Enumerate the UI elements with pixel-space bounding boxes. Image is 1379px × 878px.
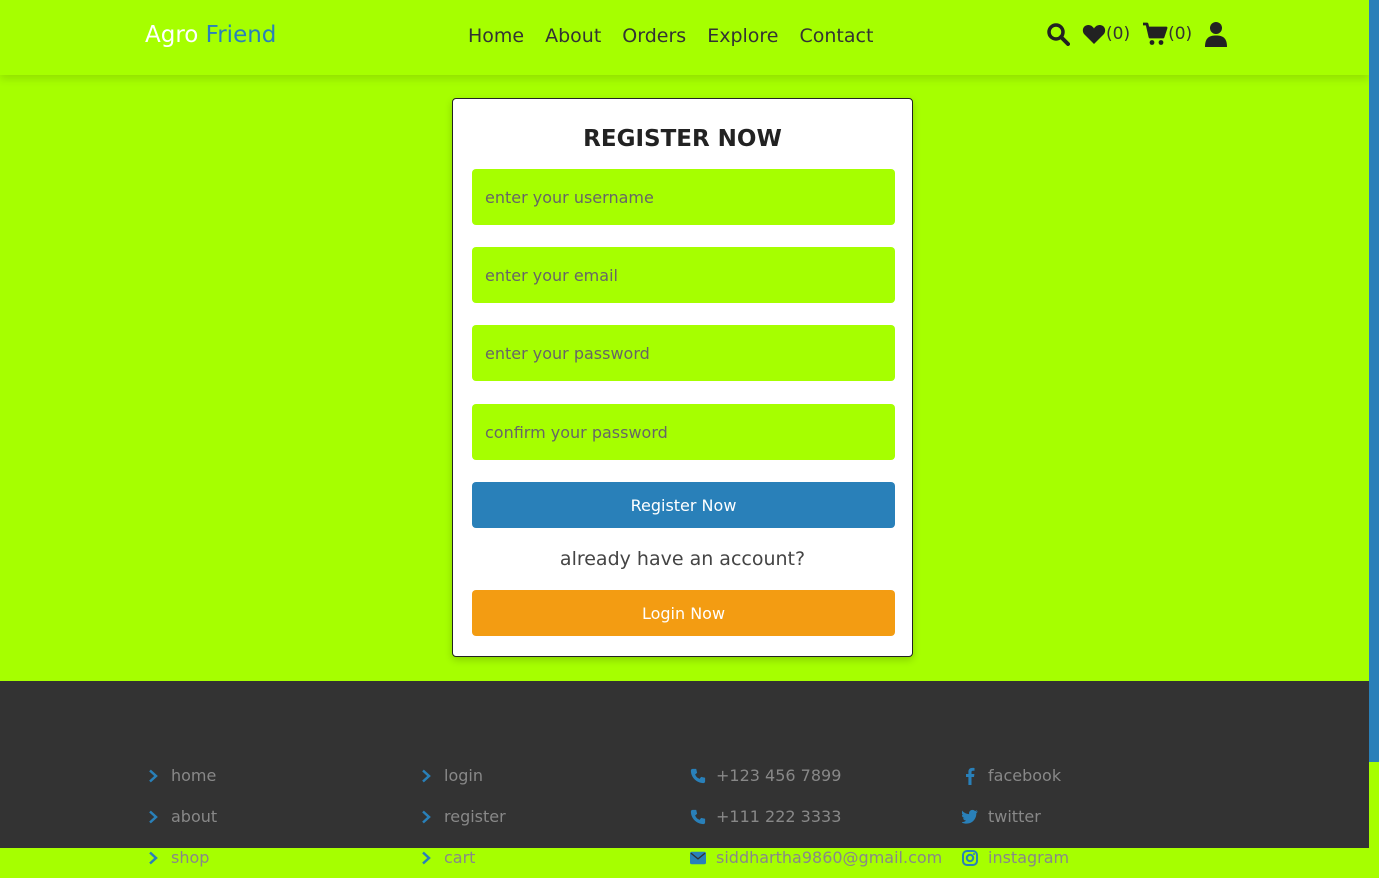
chevron-right-icon xyxy=(145,769,161,783)
footer-social-links: facebook twitter instagram xyxy=(962,755,1069,878)
footer-social-twitter[interactable]: twitter xyxy=(962,796,1069,837)
confirm-password-input[interactable] xyxy=(472,404,895,460)
footer-link-about[interactable]: about xyxy=(145,796,217,837)
footer: home about shop login register cart +123… xyxy=(0,681,1369,867)
social-label: facebook xyxy=(988,766,1062,785)
phone-text: +111 222 3333 xyxy=(716,807,842,826)
chevron-right-icon xyxy=(418,769,434,783)
chevron-right-icon xyxy=(418,810,434,824)
scrollbar-track xyxy=(1369,0,1379,762)
nav-about[interactable]: About xyxy=(545,25,601,47)
main-nav: Home About Orders Explore Contact xyxy=(468,25,873,47)
footer-link-label: cart xyxy=(444,848,476,867)
heart-icon xyxy=(1082,23,1106,45)
instagram-icon xyxy=(962,849,978,866)
footer-account-links: login register cart xyxy=(418,755,506,878)
footer-link-label: register xyxy=(444,807,506,826)
cart-icon xyxy=(1142,22,1168,46)
twitter-icon xyxy=(962,809,978,824)
footer-contact-info: +123 456 7899 +111 222 3333 siddhartha98… xyxy=(690,755,942,878)
logo-part2: Friend xyxy=(205,22,277,48)
email-input[interactable] xyxy=(472,247,895,303)
footer-link-label: about xyxy=(171,807,218,826)
footer-quick-links: home about shop xyxy=(145,755,217,878)
chevron-right-icon xyxy=(145,851,161,865)
nav-explore[interactable]: Explore xyxy=(707,25,778,47)
email-text: siddhartha9860@gmail.com xyxy=(716,848,943,867)
footer-link-register[interactable]: register xyxy=(418,796,506,837)
footer-link-label: login xyxy=(444,766,483,785)
wishlist-link[interactable]: (0) xyxy=(1082,23,1130,45)
header-icons: (0) (0) xyxy=(1046,21,1228,47)
nav-contact[interactable]: Contact xyxy=(800,25,874,47)
footer-email[interactable]: siddhartha9860@gmail.com xyxy=(690,837,942,878)
header: Agro Friend Home About Orders Explore Co… xyxy=(0,0,1369,75)
user-icon[interactable] xyxy=(1204,21,1228,47)
social-label: twitter xyxy=(988,807,1041,826)
password-input[interactable] xyxy=(472,325,895,381)
cart-link[interactable]: (0) xyxy=(1142,22,1192,46)
footer-link-shop[interactable]: shop xyxy=(145,837,217,878)
footer-social-instagram[interactable]: instagram xyxy=(962,837,1069,878)
register-button[interactable]: Register Now xyxy=(472,482,895,528)
register-form: REGISTER NOW Register Now already have a… xyxy=(452,98,913,657)
footer-link-cart[interactable]: cart xyxy=(418,837,506,878)
phone-icon xyxy=(690,767,706,785)
page-scrollbar[interactable] xyxy=(1369,0,1379,848)
envelope-icon xyxy=(690,851,706,865)
footer-link-home[interactable]: home xyxy=(145,755,217,796)
login-button[interactable]: Login Now xyxy=(472,590,895,636)
footer-link-label: shop xyxy=(171,848,210,867)
facebook-icon xyxy=(962,767,978,785)
footer-link-login[interactable]: login xyxy=(418,755,506,796)
nav-orders[interactable]: Orders xyxy=(622,25,686,47)
wishlist-count: (0) xyxy=(1106,24,1131,44)
form-title: REGISTER NOW xyxy=(583,126,782,152)
social-label: instagram xyxy=(988,848,1070,867)
footer-phone-2[interactable]: +111 222 3333 xyxy=(690,796,942,837)
footer-social-facebook[interactable]: facebook xyxy=(962,755,1069,796)
logo[interactable]: Agro Friend xyxy=(145,22,276,48)
phone-text: +123 456 7899 xyxy=(716,766,842,785)
footer-phone-1[interactable]: +123 456 7899 xyxy=(690,755,942,796)
footer-link-label: home xyxy=(171,766,217,785)
already-account-text: already have an account? xyxy=(559,548,806,570)
search-icon[interactable] xyxy=(1046,22,1070,46)
scrollbar-thumb[interactable] xyxy=(1369,762,1379,848)
chevron-right-icon xyxy=(418,851,434,865)
phone-icon xyxy=(690,808,706,826)
chevron-right-icon xyxy=(145,810,161,824)
username-input[interactable] xyxy=(472,169,895,225)
nav-home[interactable]: Home xyxy=(468,25,524,47)
logo-part1: Agro xyxy=(145,22,199,48)
cart-count: (0) xyxy=(1168,24,1193,44)
